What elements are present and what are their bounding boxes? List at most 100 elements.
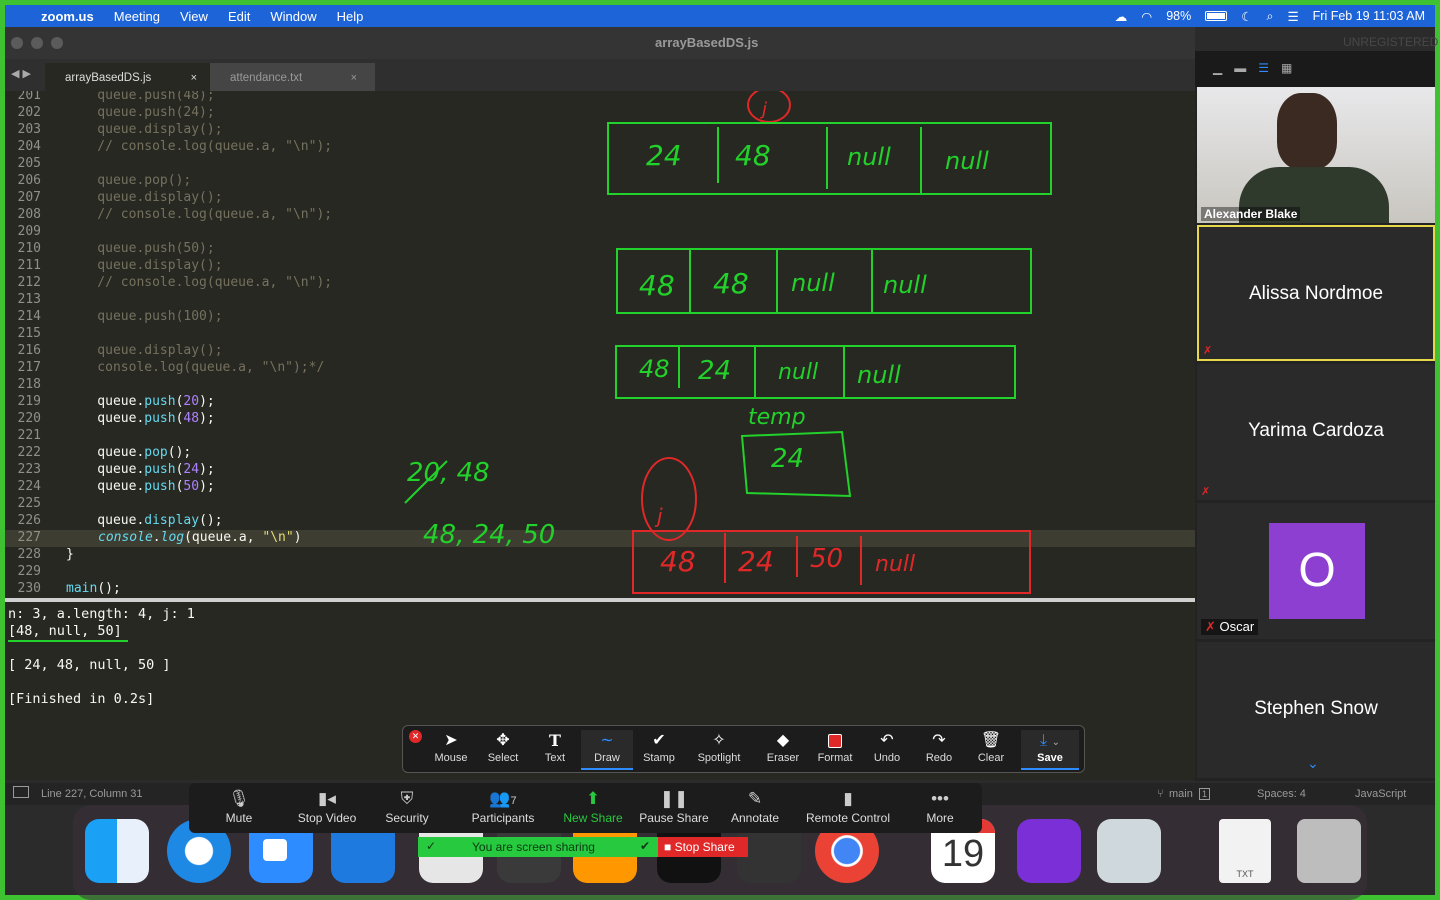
stop-video-button[interactable]: ▮◂ Stop Video [287, 787, 367, 831]
cursor-position: Line 227, Column 31 [41, 788, 143, 800]
menu-help[interactable]: Help [337, 9, 364, 24]
moon-icon[interactable]: ☾ [1241, 9, 1252, 24]
video-camera-icon: ▮◂ [318, 789, 336, 808]
shield-check-icon: ✓ [426, 839, 437, 853]
spotlight-search-icon[interactable]: ⌕ [1266, 9, 1273, 24]
battery-percent[interactable]: 98% [1166, 9, 1191, 23]
close-window-button[interactable] [11, 37, 23, 49]
minimize-window-button[interactable] [31, 37, 43, 49]
muted-mic-icon: ✗ [1203, 345, 1213, 357]
participants-icon: 👥7 [489, 789, 517, 808]
menu-view[interactable]: View [180, 9, 208, 24]
redo-icon: ↷ [932, 732, 946, 749]
pause-share-button[interactable]: ❚❚ Pause Share [637, 787, 711, 831]
underline-annotation [8, 640, 128, 642]
tab-nav-arrows-icon[interactable]: ◀ ▶ [11, 67, 31, 80]
mute-button[interactable]: 🎙 Mute [209, 787, 269, 831]
tool-mouse[interactable]: ➤ Mouse [425, 730, 477, 770]
more-dots-icon: ••• [931, 789, 949, 808]
github-desktop-icon[interactable] [1017, 819, 1081, 883]
close-annotation-icon[interactable]: ✕ [409, 730, 422, 743]
save-download-icon: ⤓ ⌄ [1040, 732, 1060, 749]
tile-yarima[interactable]: Yarima Cardoza ✗ [1197, 364, 1435, 500]
row4-cell3: 50 [810, 544, 843, 574]
row1-cell2: 48 [735, 139, 771, 172]
speaker-view-icon[interactable]: ☰ [1258, 61, 1269, 75]
close-tab-icon[interactable]: × [191, 72, 197, 84]
git-branch[interactable]: main [1169, 788, 1193, 800]
j-label-lower: j [654, 504, 663, 528]
menu-bar: zoom.us Meeting View Edit Window Help ☁ … [5, 5, 1435, 27]
txt-file-icon[interactable]: TXT [1219, 819, 1271, 883]
close-tab-icon[interactable]: × [351, 72, 357, 84]
zoom-meeting-controls: 🎙 Mute ▮◂ Stop Video ⛨ Security 👥7 Participa… [189, 783, 982, 833]
undo-icon: ↶ [880, 732, 894, 749]
git-changes-count: 1 [1199, 788, 1211, 800]
zoom-window-button[interactable] [51, 37, 63, 49]
participant-name: Stephen Snow [1254, 698, 1378, 719]
tool-format[interactable]: Format [809, 730, 861, 770]
stop-share-button[interactable]: ■ Stop Share [658, 837, 748, 857]
j-label-top: j [759, 99, 767, 120]
participant-name: Alexander Blake [1201, 207, 1301, 221]
tile-stephen[interactable]: Stephen Snow ⌄ [1197, 642, 1435, 778]
menu-app-name[interactable]: zoom.us [41, 9, 94, 24]
row1-cell1: 24 [646, 139, 682, 172]
tool-draw[interactable]: ∼ Draw [581, 730, 633, 770]
tool-spotlight[interactable]: ✧ Spotlight [689, 730, 749, 770]
tool-clear[interactable]: 🗑 Clear [965, 730, 1017, 770]
format-color-icon [809, 730, 861, 752]
menu-meeting[interactable]: Meeting [114, 9, 160, 24]
wifi-icon[interactable]: ◠ [1141, 9, 1152, 24]
tool-redo[interactable]: ↷ Redo [913, 730, 965, 770]
new-share-button[interactable]: ⬆ New Share [557, 787, 629, 831]
annotation-j-circle [747, 91, 791, 123]
tool-undo[interactable]: ↶ Undo [861, 730, 913, 770]
unregistered-label: UNREGISTERED [1343, 35, 1439, 49]
clock[interactable]: Fri Feb 19 11:03 AM [1313, 9, 1425, 23]
participant-name: Yarima Cardoza [1248, 420, 1384, 441]
video-tile-alexander[interactable]: Alexander Blake [1197, 87, 1435, 223]
trash-bin-icon[interactable] [1297, 819, 1361, 883]
menu-window[interactable]: Window [270, 9, 316, 24]
indentation-setting[interactable]: Spaces: 4 [1257, 788, 1306, 800]
tool-text[interactable]: T Text [529, 730, 581, 770]
preview-icon[interactable] [1097, 819, 1161, 883]
share-arrow-icon: ⬆ [585, 789, 601, 808]
finder-icon[interactable] [85, 819, 149, 883]
gallery-toolbar: ▁ ▬ ☰ ▦ [1195, 51, 1435, 87]
gallery-view-icon[interactable]: ▦ [1281, 61, 1292, 75]
row2-cell3: null [791, 269, 835, 297]
battery-icon[interactable] [1205, 11, 1228, 21]
participants-button[interactable]: 👥7 Participants [459, 787, 547, 831]
row3-cell1: 48 [639, 355, 670, 383]
cursor-arrow-icon: ➤ [444, 732, 458, 749]
tile-oscar[interactable]: O ✗ Oscar [1197, 503, 1435, 639]
annotate-button[interactable]: ✎ Annotate [725, 787, 785, 831]
more-button[interactable]: ••• More [915, 787, 965, 831]
draw-squiggle-icon: ∼ [600, 732, 614, 749]
tool-stamp[interactable]: ✔ Stamp [633, 730, 685, 770]
sharing-status[interactable]: ✓ You are screen sharing ✔ [418, 837, 658, 857]
tab-attendance[interactable]: attendance.txt × [210, 63, 375, 91]
editor-titlebar: arrayBasedDS.js [5, 27, 1195, 59]
tool-save[interactable]: ⤓ ⌄ Save [1021, 730, 1079, 770]
temp-label: temp [748, 405, 806, 430]
cloud-icon[interactable]: ☁ [1115, 9, 1128, 24]
screen-annotations: j 24 48 null null 48 48 null null 48 24 … [404, 91, 1052, 594]
strip-view-icon[interactable]: ▬ [1234, 61, 1246, 75]
security-button[interactable]: ⛨ Security [375, 787, 439, 831]
tool-select[interactable]: ✥ Select [477, 730, 529, 770]
row4-cell1: 48 [660, 545, 696, 578]
tool-eraser[interactable]: ◆ Eraser [757, 730, 809, 770]
scroll-down-chevron-icon[interactable]: ⌄ [1307, 755, 1319, 772]
control-center-icon[interactable]: ☰ [1287, 9, 1298, 24]
panel-toggle-icon[interactable] [13, 786, 29, 798]
tab-arraybasedds[interactable]: arrayBasedDS.js × [45, 63, 215, 91]
remote-control-button[interactable]: ▮ Remote Control [803, 787, 893, 831]
pause-icon: ❚❚ [659, 789, 689, 808]
syntax-mode[interactable]: JavaScript [1355, 788, 1406, 800]
tile-alissa[interactable]: Alissa Nordmoe ✗ [1197, 225, 1435, 361]
minimize-icon[interactable]: ▁ [1213, 61, 1222, 75]
menu-edit[interactable]: Edit [228, 9, 250, 24]
